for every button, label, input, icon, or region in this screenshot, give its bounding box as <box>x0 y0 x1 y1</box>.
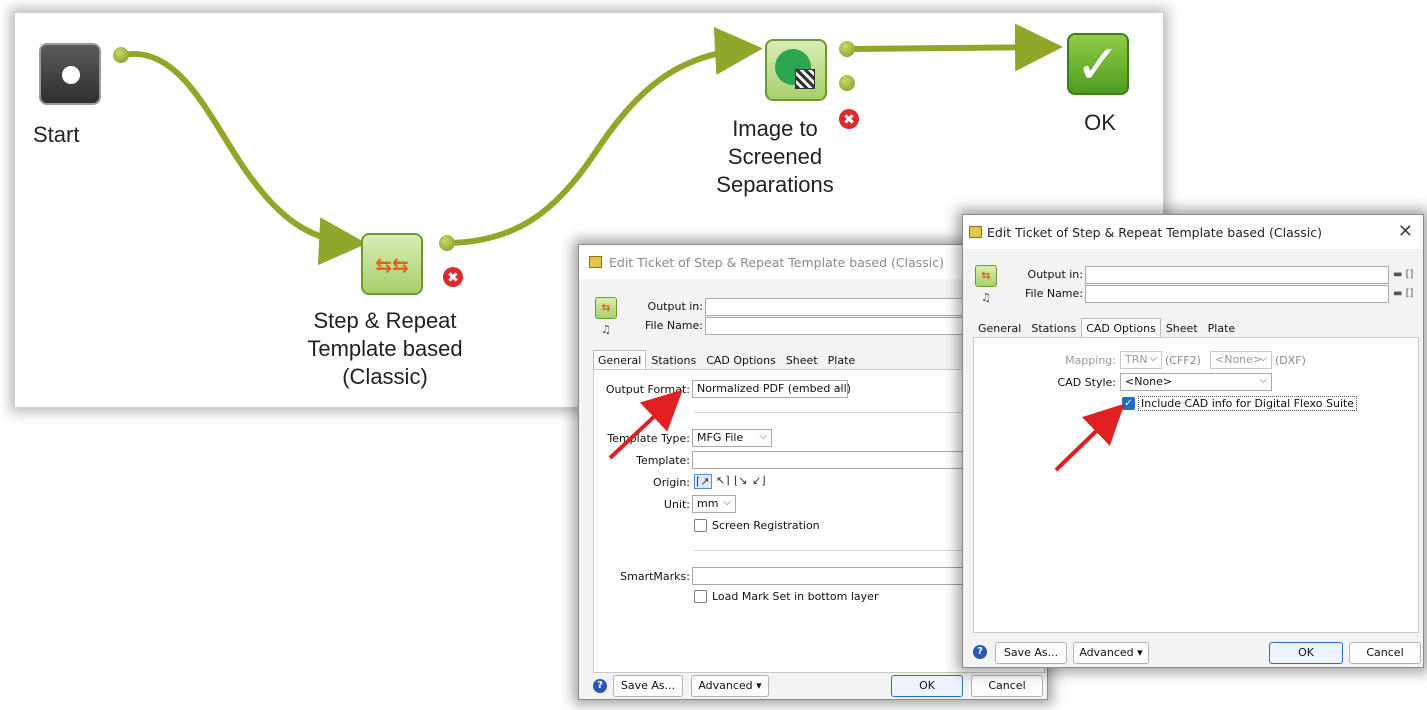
red-arrow-include-cad <box>1054 403 1125 472</box>
annotation-arrows <box>608 389 1125 472</box>
red-arrow-output-format <box>608 389 683 460</box>
